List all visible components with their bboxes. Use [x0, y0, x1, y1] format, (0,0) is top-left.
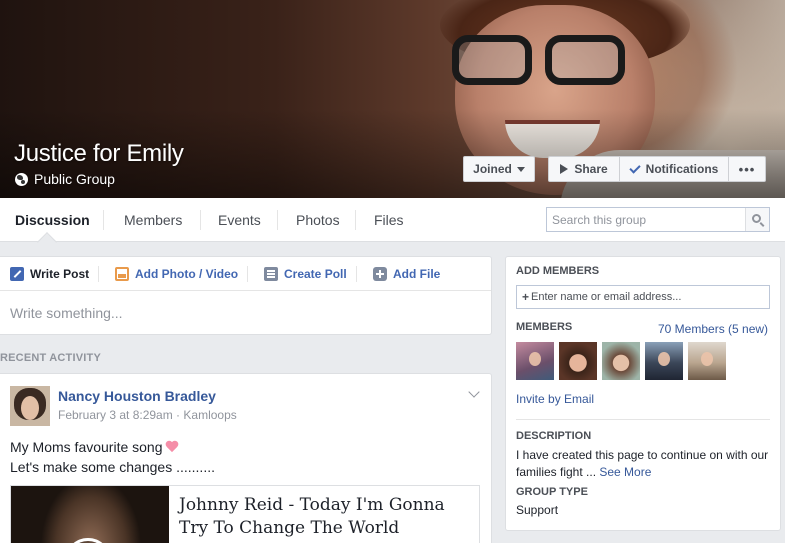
post-author[interactable]: Nancy Houston Bradley	[58, 388, 216, 404]
joined-label: Joined	[473, 162, 512, 176]
group-privacy-label: Public Group	[34, 171, 115, 187]
shared-link-card[interactable]: Johnny Reid - Today I'm Gonna Try To Cha…	[10, 485, 480, 543]
description-heading: DESCRIPTION	[516, 430, 591, 442]
see-more-link[interactable]: See More	[599, 465, 651, 479]
globe-icon	[15, 173, 28, 186]
group-title[interactable]: Justice for Emily	[14, 140, 184, 168]
add-members-input[interactable]: + Enter name or email address...	[516, 285, 770, 309]
members-count-link[interactable]: 70 Members (5 new)	[658, 322, 768, 336]
tab-files-label: Files	[374, 212, 404, 228]
post-timestamp[interactable]: February 3 at 8:29am · Kamloops	[58, 408, 237, 422]
avatar[interactable]	[602, 342, 640, 380]
add-file-tab[interactable]: Add File	[373, 257, 440, 291]
tab-discussion-label: Discussion	[15, 212, 90, 228]
notifications-label: Notifications	[646, 162, 719, 176]
post-line-2: Let's make some changes ..........	[10, 457, 215, 477]
add-file-icon	[373, 267, 387, 281]
poll-icon	[264, 267, 278, 281]
pencil-icon	[10, 267, 24, 281]
joined-button[interactable]: Joined	[463, 156, 535, 182]
avatar[interactable]	[645, 342, 683, 380]
more-icon: •••	[739, 162, 756, 177]
group-search	[546, 207, 770, 232]
tab-photos-label: Photos	[296, 212, 340, 228]
recent-activity-heading: RECENT ACTIVITY	[0, 352, 101, 364]
group-description: I have created this page to continue on …	[516, 447, 774, 481]
photo-icon	[115, 267, 129, 281]
group-type-value: Support	[516, 503, 558, 517]
search-icon	[752, 214, 761, 223]
members-heading: MEMBERS	[516, 321, 572, 333]
share-label: Share	[574, 162, 607, 176]
add-members-placeholder: Enter name or email address...	[531, 291, 681, 303]
video-thumbnail[interactable]	[11, 486, 169, 543]
chevron-down-icon[interactable]	[468, 386, 479, 397]
group-sidebar: ADD MEMBERS + Enter name or email addres…	[505, 256, 781, 531]
check-icon	[629, 162, 640, 173]
plus-icon: +	[522, 290, 529, 304]
add-photo-video-tab[interactable]: Add Photo / Video	[115, 257, 238, 291]
create-poll-label: Create Poll	[284, 267, 347, 281]
add-photo-video-label: Add Photo / Video	[135, 267, 238, 281]
add-file-label: Add File	[393, 267, 440, 281]
link-title[interactable]: Johnny Reid - Today I'm Gonna Try To Cha…	[179, 494, 474, 540]
tab-files[interactable]: Files	[356, 198, 416, 242]
add-members-heading: ADD MEMBERS	[516, 265, 599, 277]
avatar[interactable]	[688, 342, 726, 380]
group-type-heading: GROUP TYPE	[516, 486, 588, 498]
chevron-down-icon	[517, 167, 525, 172]
write-post-label: Write Post	[30, 267, 89, 281]
post-line-1: My Moms favourite song	[10, 439, 163, 455]
share-icon	[560, 164, 568, 174]
search-button[interactable]	[745, 208, 769, 231]
feed-post: Nancy Houston Bradley February 3 at 8:29…	[0, 373, 492, 543]
post-body: My Moms favourite song Let's make some c…	[10, 437, 215, 477]
avatar[interactable]	[10, 386, 50, 426]
create-poll-tab[interactable]: Create Poll	[264, 257, 347, 291]
tab-members[interactable]: Members	[104, 198, 201, 242]
tab-events[interactable]: Events	[201, 198, 278, 242]
group-privacy: Public Group	[15, 171, 115, 187]
share-button[interactable]: Share	[548, 156, 619, 182]
search-input[interactable]	[547, 208, 745, 231]
divider	[516, 419, 770, 420]
member-avatars	[516, 342, 731, 380]
tab-members-label: Members	[124, 212, 182, 228]
avatar[interactable]	[516, 342, 554, 380]
post-composer: Write Post Add Photo / Video Create Poll…	[0, 256, 492, 335]
write-post-tab[interactable]: Write Post	[10, 257, 89, 291]
tab-events-label: Events	[218, 212, 261, 228]
invite-by-email-link[interactable]: Invite by Email	[516, 392, 594, 406]
composer-tabs: Write Post Add Photo / Video Create Poll…	[0, 257, 491, 291]
tab-photos[interactable]: Photos	[278, 198, 356, 242]
tab-discussion[interactable]: Discussion	[0, 198, 104, 242]
write-something-input[interactable]: Write something...	[10, 305, 123, 321]
broken-heart-icon	[165, 440, 179, 454]
avatar[interactable]	[559, 342, 597, 380]
more-options-button[interactable]: •••	[729, 156, 766, 182]
notifications-button[interactable]: Notifications	[619, 156, 729, 182]
